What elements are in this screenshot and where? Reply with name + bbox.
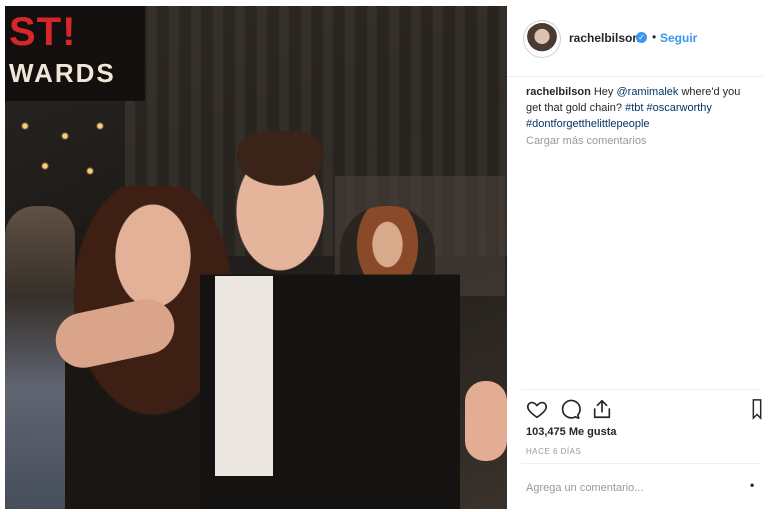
sign-text-top: ST! (9, 10, 77, 54)
verified-badge-icon: ✓ (636, 32, 647, 43)
post-caption: rachelbilson Hey @ramimalek where'd you … (526, 84, 756, 132)
heart-icon[interactable] (526, 398, 548, 420)
caption-mention[interactable]: @ramimalek (616, 86, 678, 98)
sign-text-bottom: WARDS (9, 58, 116, 88)
like-count[interactable]: 103,475 Me gusta (526, 426, 617, 438)
post-photo[interactable]: ST! WARDS (5, 6, 507, 509)
avatar[interactable] (526, 23, 558, 55)
load-more-comments-button[interactable]: Cargar más comentarios (526, 135, 646, 147)
hand-edge (465, 381, 507, 461)
header-separator: • (652, 30, 657, 44)
comment-input[interactable] (526, 479, 726, 497)
caption-hashtag-dontforget[interactable]: #dontforgetthelittlepeople (526, 118, 650, 130)
actions-divider (521, 389, 761, 390)
caption-hashtag-tbt[interactable]: #tbt (625, 102, 643, 114)
follow-button[interactable]: Seguir (660, 31, 697, 45)
action-bar (526, 398, 762, 424)
theater-sign: ST! WARDS (5, 6, 145, 101)
post-side-panel: rachelbilson ✓ • Seguir rachelbilson Hey… (507, 6, 763, 509)
header-username[interactable]: rachelbilson (569, 31, 640, 45)
comment-icon[interactable] (559, 398, 581, 420)
marquee-lights (5, 106, 125, 186)
caption-text-1: Hey (590, 86, 617, 98)
instagram-post: ST! WARDS rachelbilson ✓ • Seguir rachel… (0, 0, 768, 512)
post-timestamp[interactable]: HACE 6 DÍAS (526, 447, 581, 456)
caption-hashtag-oscarworthy[interactable]: #oscarworthy (647, 102, 712, 114)
comment-divider (521, 463, 761, 464)
post-header: rachelbilson ✓ • Seguir (507, 6, 763, 77)
white-shirt (215, 276, 273, 476)
bookmark-icon[interactable] (752, 398, 762, 420)
share-icon[interactable] (591, 398, 613, 420)
caption-username[interactable]: rachelbilson (526, 86, 591, 98)
more-options-button[interactable]: • (750, 478, 754, 492)
